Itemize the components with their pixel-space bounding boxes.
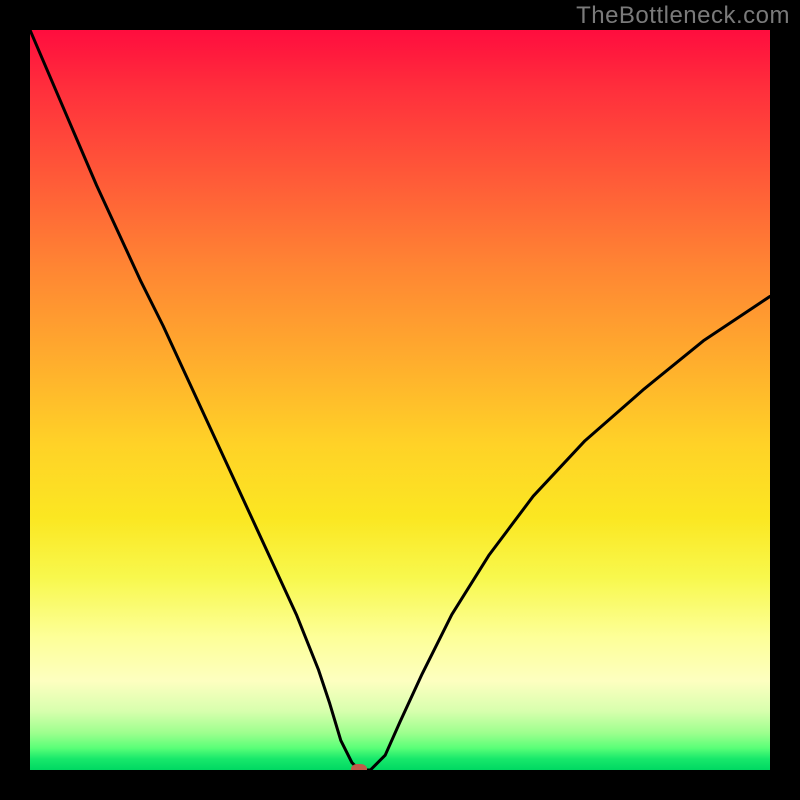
curve-svg	[30, 30, 770, 770]
chart-container: TheBottleneck.com	[0, 0, 800, 800]
watermark-text: TheBottleneck.com	[576, 2, 790, 30]
bottleneck-curve	[30, 30, 770, 770]
plot-area	[30, 30, 770, 770]
optimal-marker	[351, 764, 367, 770]
